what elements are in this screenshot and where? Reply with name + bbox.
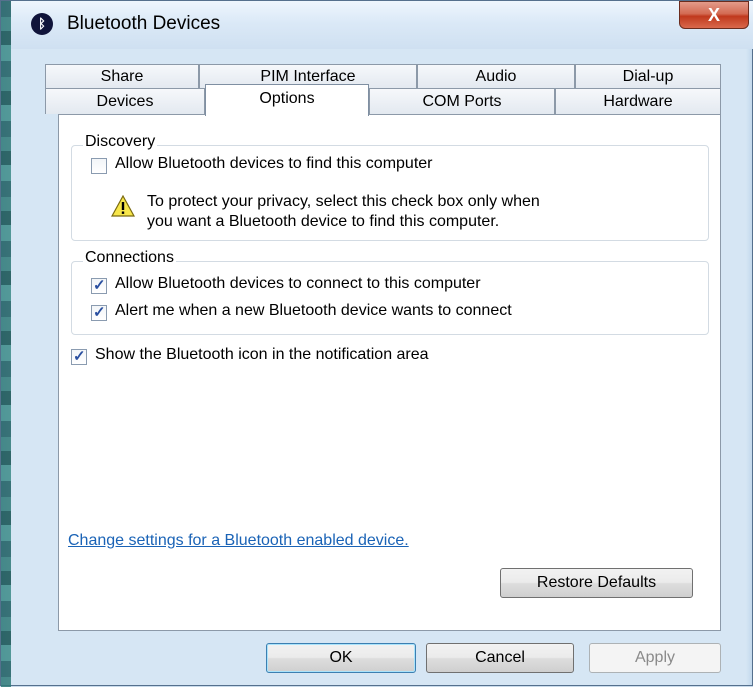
close-button[interactable]: X bbox=[679, 1, 749, 29]
background-strip bbox=[1, 1, 11, 687]
allow-discovery-label[interactable]: Allow Bluetooth devices to find this com… bbox=[115, 155, 433, 173]
warning-icon bbox=[111, 195, 135, 217]
privacy-warning-line1: To protect your privacy, select this che… bbox=[147, 193, 540, 210]
tab-hardware[interactable]: Hardware bbox=[555, 88, 721, 114]
title-bar[interactable]: ᛒ Bluetooth Devices X bbox=[11, 1, 753, 49]
allow-connect-checkbox[interactable] bbox=[91, 276, 107, 294]
restore-defaults-button[interactable]: Restore Defaults bbox=[500, 568, 693, 598]
apply-button[interactable]: Apply bbox=[589, 643, 721, 673]
close-icon: X bbox=[707, 5, 720, 25]
bluetooth-devices-window: ᛒ Bluetooth Devices X Share PIM Interfac… bbox=[0, 0, 753, 687]
tab-devices[interactable]: Devices bbox=[45, 88, 205, 114]
tab-share[interactable]: Share bbox=[45, 64, 199, 88]
tab-options[interactable]: Options bbox=[205, 84, 369, 116]
discovery-legend: Discovery bbox=[83, 133, 158, 151]
show-bluetooth-icon-label[interactable]: Show the Bluetooth icon in the notificat… bbox=[95, 346, 429, 364]
bluetooth-icon: ᛒ bbox=[31, 13, 53, 35]
window-title: Bluetooth Devices bbox=[67, 13, 221, 34]
allow-connect-label[interactable]: Allow Bluetooth devices to connect to th… bbox=[115, 275, 481, 293]
connections-group bbox=[71, 261, 709, 335]
tab-com-ports[interactable]: COM Ports bbox=[369, 88, 555, 114]
connections-legend: Connections bbox=[83, 249, 176, 267]
options-panel: Discovery Allow Bluetooth devices to fin… bbox=[58, 114, 721, 631]
privacy-warning-line2: you want a Bluetooth device to find this… bbox=[147, 213, 500, 230]
tab-audio[interactable]: Audio bbox=[417, 64, 575, 88]
show-bluetooth-icon-checkbox[interactable] bbox=[71, 347, 87, 365]
alert-new-device-label[interactable]: Alert me when a new Bluetooth device wan… bbox=[115, 302, 512, 320]
change-settings-link[interactable]: Change settings for a Bluetooth enabled … bbox=[68, 532, 409, 550]
ok-button[interactable]: OK bbox=[266, 643, 416, 673]
alert-new-device-checkbox[interactable] bbox=[91, 303, 107, 321]
allow-discovery-checkbox[interactable] bbox=[91, 158, 107, 174]
cancel-button[interactable]: Cancel bbox=[426, 643, 574, 673]
tab-dial-up[interactable]: Dial-up bbox=[575, 64, 721, 88]
